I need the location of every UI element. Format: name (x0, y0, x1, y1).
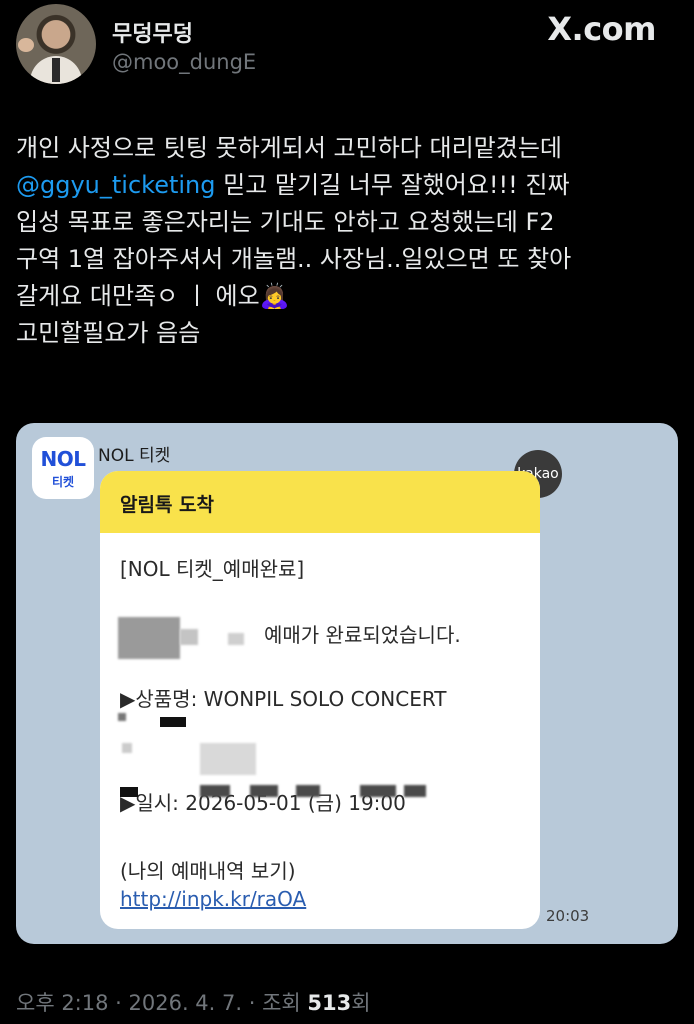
redacted-block (296, 785, 320, 797)
tweet-date[interactable]: 2026. 4. 7. (129, 991, 243, 1015)
redacted-block (228, 633, 244, 645)
tweet-line: 입성 목표로 좋은자리는 기대도 안하고 요청했는데 F2 (16, 208, 555, 236)
redacted-block (404, 785, 426, 797)
logo-text-top: NOL (40, 447, 86, 471)
author-avatar[interactable] (16, 4, 96, 84)
bubble-title: 알림톡 도착 (100, 471, 540, 533)
views-label: 조회 (262, 991, 301, 1015)
redacted-block (250, 785, 278, 797)
tweet-line-rest: 믿고 맡기길 너무 잘했어요!!! 진짜 (215, 171, 570, 199)
redacted-block (118, 713, 126, 721)
redacted-block (160, 717, 186, 727)
redacted-block (120, 787, 138, 797)
redacted-block (200, 785, 230, 797)
avatar-tie (52, 58, 60, 82)
tweet-meta: 오후 2:18 · 2026. 4. 7. · 조회 513회 (16, 987, 371, 1017)
tweet-line: 구역 1열 잡아주셔서 개놀램.. 사장님..일있으면 또 찾아 (16, 245, 572, 273)
tweet-line: 개인 사정으로 팃팅 못하게되서 고민하다 대리맡겼는데 (16, 134, 562, 162)
tweet-image[interactable]: NOL 티켓 NOL 티켓 kakao 알림톡 도착 [NOL 티켓_예매완료]… (16, 423, 678, 944)
tweet-line: 갈게요 대만족ㅇ ㅣ 에오🙇‍♀️ (16, 282, 290, 310)
tweet-time[interactable]: 오후 2:18 (16, 991, 108, 1015)
avatar-hand (18, 38, 34, 52)
message-header: [NOL 티켓_예매완료] (120, 557, 305, 581)
redacted-block (118, 617, 180, 659)
tweet-line: @ggyu_ticketing 믿고 맡기길 너무 잘했어요!!! 진짜 (16, 167, 676, 204)
redacted-block (180, 629, 198, 645)
views-count: 513 (307, 991, 352, 1015)
redacted-block (200, 743, 256, 775)
message-bubble: 알림톡 도착 [NOL 티켓_예매완료] 예매가 완료되었습니다. ▶상품명: … (100, 471, 540, 929)
message-history: (나의 예매내역 보기) (120, 859, 296, 883)
redacted-block (360, 785, 396, 797)
logo-text-bottom: 티켓 (51, 475, 75, 489)
redacted-block (122, 743, 132, 753)
meta-separator: · (242, 991, 263, 1015)
booking-link[interactable]: http://inpk.kr/raOA (120, 887, 306, 911)
tweet-text: 개인 사정으로 팃팅 못하게되서 고민하다 대리맡겼는데 @ggyu_ticke… (16, 130, 676, 352)
mention-link[interactable]: @ggyu_ticketing (16, 171, 216, 199)
author-display-name[interactable]: 무덩무덩 (112, 16, 193, 48)
message-complete: 예매가 완료되었습니다. (264, 623, 461, 647)
message-product: ▶상품명: WONPIL SOLO CONCERT (120, 687, 447, 711)
views-unit: 회 (351, 991, 371, 1015)
message-time: 20:03 (546, 907, 590, 925)
sender-name: NOL 티켓 (98, 446, 171, 466)
nol-ticket-logo: NOL 티켓 (32, 437, 94, 499)
meta-separator: · (108, 991, 129, 1015)
tweet-line: 고민할필요가 음슴 (16, 319, 201, 347)
author-handle[interactable]: @moo_dungE (112, 50, 256, 74)
x-logo: X.com (547, 10, 656, 48)
